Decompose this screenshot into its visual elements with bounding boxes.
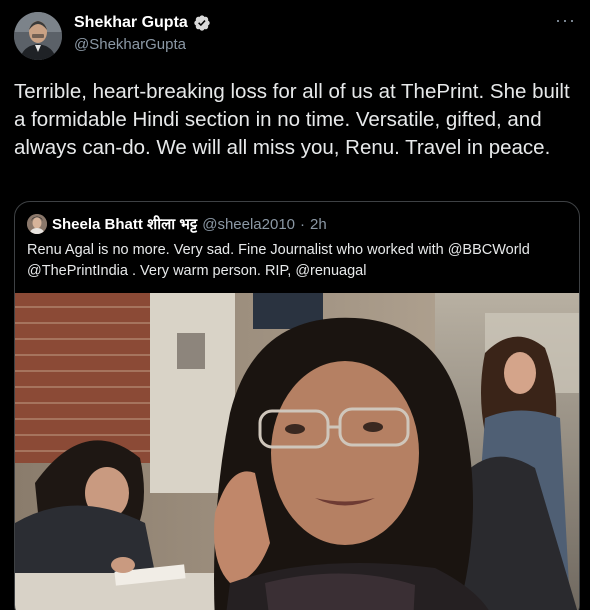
author-name-row: Shekhar Gupta xyxy=(74,14,211,32)
verified-badge-icon xyxy=(194,15,210,31)
author-handle[interactable]: @ShekharGupta xyxy=(74,36,186,53)
more-options-icon[interactable]: ··· xyxy=(555,10,576,31)
tweet: Shekhar Gupta @ShekharGupta ··· Terrible… xyxy=(0,0,590,610)
quoted-header: Sheela Bhatt शीला भट्ट @sheela2010 · 2h xyxy=(27,214,327,234)
quoted-tweet[interactable]: Sheela Bhatt शीला भट्ट @sheela2010 · 2h … xyxy=(14,201,580,610)
quoted-author-name[interactable]: Sheela Bhatt शीला भट्ट xyxy=(52,214,197,234)
quoted-author-avatar[interactable] xyxy=(27,214,47,234)
tweet-text: Terrible, heart-breaking loss for all of… xyxy=(14,80,570,159)
author-name[interactable]: Shekhar Gupta xyxy=(74,14,188,32)
quoted-text: Renu Agal is no more. Very sad. Fine Jou… xyxy=(27,242,530,279)
quoted-author-handle[interactable]: @sheela2010 xyxy=(202,216,295,233)
quoted-separator: · xyxy=(300,215,306,233)
quoted-photo[interactable] xyxy=(15,293,579,610)
quoted-timestamp[interactable]: 2h xyxy=(310,216,327,233)
author-avatar[interactable] xyxy=(14,12,62,60)
